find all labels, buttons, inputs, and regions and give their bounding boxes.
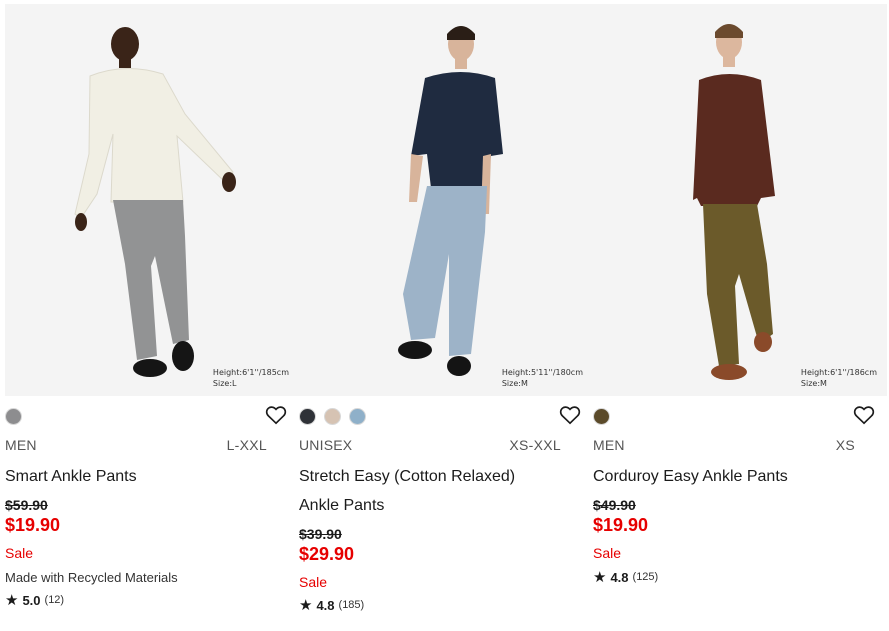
rating-score: 5.0 (22, 592, 41, 608)
rating[interactable]: ★ 4.8 (125) (593, 568, 658, 586)
star-icon: ★ (5, 592, 19, 609)
gender-size-row: UNISEX XS-XXL (299, 437, 561, 457)
product-image[interactable]: Height:6'1''/186cm Size:M (593, 4, 887, 396)
color-swatch[interactable] (593, 407, 610, 425)
model-height-note: Height:6'1''/185cm Size:L (213, 367, 289, 389)
product-image[interactable]: Height:6'1''/185cm Size:L (5, 4, 299, 396)
model-height: Height:5'11''/180cm (501, 368, 583, 377)
product-card[interactable]: Height:5'11''/180cm Size:M (299, 4, 593, 396)
product-name-line2[interactable]: Ankle Pants (299, 491, 384, 520)
review-count: (185) (338, 599, 365, 611)
heart-icon[interactable] (265, 405, 287, 425)
color-swatch[interactable] (349, 407, 366, 425)
review-count: (12) (44, 594, 65, 606)
model-photo (593, 4, 887, 396)
heart-icon[interactable] (853, 405, 875, 425)
model-photo (5, 4, 299, 396)
sale-label: Sale (593, 545, 622, 561)
gender-label: MEN (5, 437, 37, 453)
color-swatch[interactable] (5, 407, 22, 425)
color-swatch[interactable] (299, 407, 316, 425)
sale-price: $19.90 (5, 515, 61, 535)
color-swatches (5, 406, 22, 426)
size-range: XS-XXL (509, 437, 561, 453)
sale-label: Sale (5, 545, 34, 561)
product-card[interactable]: Height:6'1''/185cm Size:L (5, 4, 299, 396)
model-height-note: Height:5'11''/180cm Size:M (502, 367, 583, 389)
product-image[interactable]: Height:5'11''/180cm Size:M (299, 4, 593, 396)
original-price: $59.90 (5, 497, 48, 513)
review-count: (125) (632, 571, 659, 583)
gender-size-row: MEN L-XXL (5, 437, 267, 457)
model-size: Size:L (212, 379, 237, 388)
star-icon: ★ (593, 569, 607, 586)
product-name[interactable]: Corduroy Easy Ankle Pants (593, 462, 788, 491)
model-size: Size:M (501, 379, 528, 388)
product-name[interactable]: Smart Ankle Pants (5, 462, 137, 491)
gender-size-row: MEN XS (593, 437, 855, 457)
product-grid: Height:6'1''/185cm Size:L Height:5'11''/… (0, 0, 889, 631)
model-size: Size:M (800, 379, 827, 388)
size-range: L-XXL (226, 437, 267, 453)
model-height: Height:6'1''/186cm (800, 368, 877, 377)
color-swatch[interactable] (324, 407, 341, 425)
product-card[interactable]: Height:6'1''/186cm Size:M (593, 4, 887, 396)
product-note: Made with Recycled Materials (5, 570, 178, 585)
rating-score: 4.8 (610, 569, 629, 585)
size-range: XS (835, 437, 855, 453)
gender-label: MEN (593, 437, 625, 453)
original-price: $49.90 (593, 497, 636, 513)
model-height: Height:6'1''/185cm (212, 368, 289, 377)
sale-price: $29.90 (299, 544, 355, 564)
rating[interactable]: ★ 4.8 (185) (299, 596, 364, 614)
color-swatches (593, 406, 610, 426)
model-height-note: Height:6'1''/186cm Size:M (801, 367, 877, 389)
model-photo (299, 4, 593, 396)
star-icon: ★ (299, 597, 313, 614)
heart-icon[interactable] (559, 405, 581, 425)
sale-price: $19.90 (593, 515, 649, 535)
color-swatches (299, 406, 366, 426)
rating-score: 4.8 (316, 597, 335, 613)
product-name[interactable]: Stretch Easy (Cotton Relaxed) (299, 462, 515, 491)
sale-label: Sale (299, 574, 328, 590)
rating[interactable]: ★ 5.0 (12) (5, 591, 64, 609)
gender-label: UNISEX (299, 437, 353, 453)
original-price: $39.90 (299, 526, 342, 542)
